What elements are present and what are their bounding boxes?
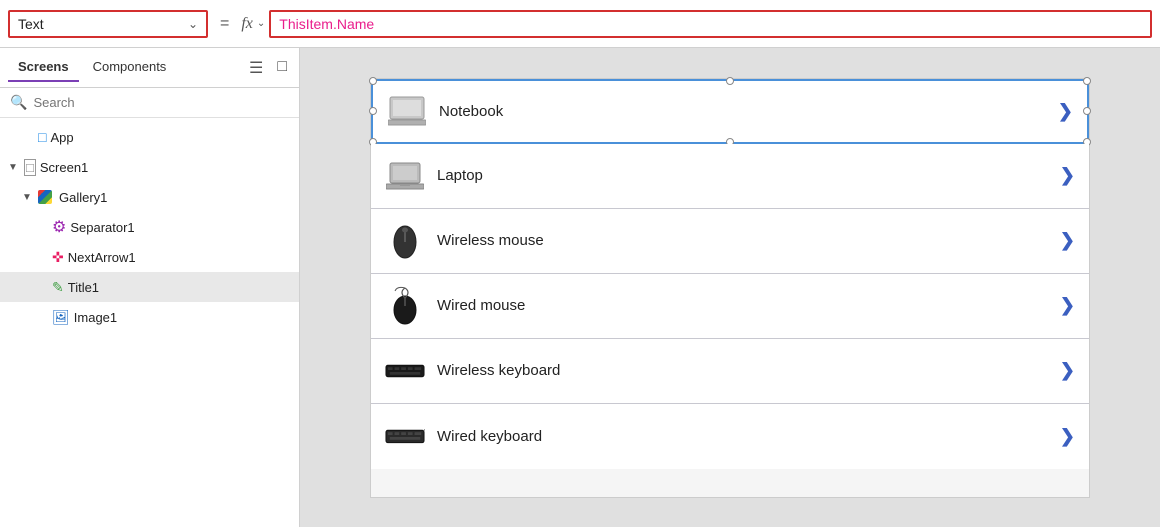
wired-mouse-arrow: ❯ xyxy=(1060,295,1075,316)
tree-item-separator1[interactable]: ⚙ Separator1 xyxy=(0,212,299,242)
tree-item-screen1[interactable]: ▼ □ Screen1 xyxy=(0,152,299,182)
tab-screens[interactable]: Screens xyxy=(8,53,79,82)
fx-label: fx xyxy=(241,15,253,33)
tree-toggle-gallery1: ▼ xyxy=(22,192,34,203)
screen-icon: □ xyxy=(24,159,36,176)
property-selector[interactable]: Text ⌄ xyxy=(8,10,208,38)
tree-toggle-app xyxy=(22,132,34,143)
wireless-keyboard-svg xyxy=(385,363,425,379)
laptop-arrow: ❯ xyxy=(1060,165,1075,186)
tree-item-gallery1[interactable]: ▼ Gallery1 xyxy=(0,182,299,212)
gallery-item-wired-keyboard[interactable]: Wired keyboard ❯ xyxy=(371,404,1089,469)
gallery-item-wireless-mouse[interactable]: Wireless mouse ❯ xyxy=(371,209,1089,274)
wired-mouse-label: Wired mouse xyxy=(437,297,1048,314)
tree-label-image: Image1 xyxy=(74,310,117,325)
notebook-svg xyxy=(388,95,426,127)
tree-item-image1[interactable]: 🖼 Image1 xyxy=(0,302,299,332)
tree-toggle-screen1: ▼ xyxy=(8,162,20,173)
gallery-item-laptop[interactable]: Laptop ❯ xyxy=(371,144,1089,209)
grid-view-icon[interactable]: □ xyxy=(273,56,291,80)
wired-keyboard-svg xyxy=(385,427,425,445)
gallery-item-wireless-keyboard[interactable]: Wireless keyboard ❯ xyxy=(371,339,1089,404)
nextarrow-icon: ✜ xyxy=(52,249,64,266)
laptop-label: Laptop xyxy=(437,167,1048,184)
wireless-mouse-image xyxy=(385,223,425,259)
notebook-arrow: ❯ xyxy=(1058,101,1073,122)
list-view-icon[interactable]: ☰ xyxy=(245,56,267,80)
wired-mouse-svg xyxy=(391,286,419,326)
wired-keyboard-label: Wired keyboard xyxy=(437,428,1048,445)
wireless-mouse-arrow: ❯ xyxy=(1060,230,1075,251)
wireless-keyboard-arrow: ❯ xyxy=(1060,360,1075,381)
handle-tm[interactable] xyxy=(726,77,734,85)
notebook-label: Notebook xyxy=(439,103,1046,120)
tree-item-title1[interactable]: ✎ Title1 xyxy=(0,272,299,302)
image-icon: 🖼 xyxy=(52,309,70,326)
tab-components[interactable]: Components xyxy=(83,53,177,82)
tabs-row: Screens Components ☰ □ xyxy=(0,48,299,88)
separator-icon: ⚙ xyxy=(52,217,66,237)
formula-bar: fx ⌄ ThisItem.Name xyxy=(241,10,1152,38)
gallery-frame: Notebook ❯ Laptop ❯ xyxy=(370,78,1090,498)
tree-label-app: App xyxy=(50,130,73,145)
handle-ml[interactable] xyxy=(369,107,377,115)
equals-sign: = xyxy=(216,15,233,33)
main-area: Screens Components ☰ □ 🔍 □ App ▼ □ Scree… xyxy=(0,48,1160,527)
wireless-keyboard-image xyxy=(385,353,425,389)
tree-toggle-nextarrow xyxy=(36,252,48,263)
left-panel: Screens Components ☰ □ 🔍 □ App ▼ □ Scree… xyxy=(0,48,300,527)
laptop-image xyxy=(385,158,425,194)
property-text: Text xyxy=(18,16,184,32)
canvas-area: Notebook ❯ Laptop ❯ xyxy=(300,48,1160,527)
gallery-icon xyxy=(38,190,52,204)
laptop-svg xyxy=(386,160,424,192)
property-dropdown-arrow[interactable]: ⌄ xyxy=(188,17,198,31)
notebook-image xyxy=(387,93,427,129)
tree-label-sep: Separator1 xyxy=(70,220,134,235)
gallery-item-notebook[interactable]: Notebook ❯ xyxy=(371,79,1089,144)
tree-label-screen1: Screen1 xyxy=(40,160,88,175)
formula-value: ThisItem.Name xyxy=(279,16,374,32)
tree-toggle-title xyxy=(36,282,48,293)
tree-item-app[interactable]: □ App xyxy=(0,122,299,152)
search-box: 🔍 xyxy=(0,88,299,118)
wired-keyboard-arrow: ❯ xyxy=(1060,426,1075,447)
top-bar: Text ⌄ = fx ⌄ ThisItem.Name xyxy=(0,0,1160,48)
tree-item-nextarrow1[interactable]: ✜ NextArrow1 xyxy=(0,242,299,272)
search-icon: 🔍 xyxy=(10,94,27,111)
wired-mouse-image xyxy=(385,288,425,324)
tree-area: □ App ▼ □ Screen1 ▼ Gallery1 ⚙ Separator… xyxy=(0,118,299,527)
tree-label-nextarrow: NextArrow1 xyxy=(68,250,136,265)
app-icon: □ xyxy=(38,129,46,145)
handle-mr[interactable] xyxy=(1083,107,1091,115)
gallery-item-wired-mouse[interactable]: Wired mouse ❯ xyxy=(371,274,1089,339)
tab-icons: ☰ □ xyxy=(245,56,291,80)
formula-input[interactable]: ThisItem.Name xyxy=(269,10,1152,38)
wired-keyboard-image xyxy=(385,418,425,454)
handle-tr[interactable] xyxy=(1083,77,1091,85)
wireless-mouse-label: Wireless mouse xyxy=(437,232,1048,249)
fx-dropdown-arrow[interactable]: ⌄ xyxy=(257,18,265,29)
tree-toggle-sep xyxy=(36,222,48,233)
tree-label-gallery1: Gallery1 xyxy=(59,190,107,205)
wireless-mouse-svg xyxy=(391,222,419,260)
wireless-keyboard-label: Wireless keyboard xyxy=(437,362,1048,379)
handle-tl[interactable] xyxy=(369,77,377,85)
title-icon: ✎ xyxy=(52,279,64,296)
search-input[interactable] xyxy=(33,95,289,110)
tree-toggle-image xyxy=(36,312,48,323)
tree-label-title: Title1 xyxy=(68,280,99,295)
